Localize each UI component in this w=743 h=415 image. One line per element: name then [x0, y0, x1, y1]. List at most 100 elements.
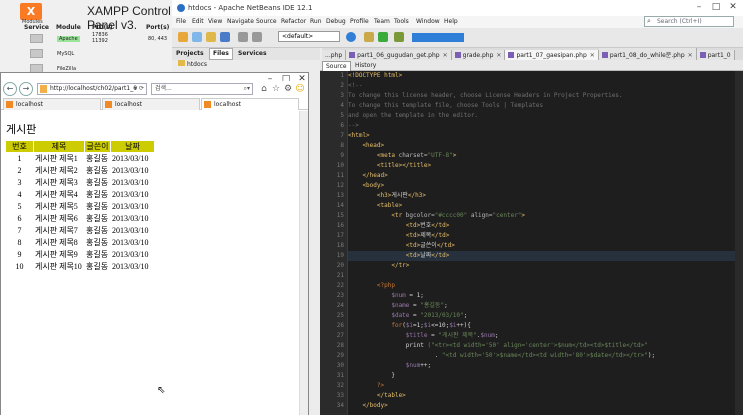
debug-icon[interactable]	[394, 32, 404, 42]
tab-services[interactable]: Services	[238, 50, 267, 57]
redo-icon[interactable]	[252, 32, 262, 42]
code-line[interactable]: <?php	[348, 281, 735, 291]
hammer-icon[interactable]	[364, 32, 374, 42]
code-line[interactable]: <meta charset="UTF-8">	[348, 151, 735, 161]
code-line[interactable]: $title = "게시판 제목".$num;	[348, 331, 735, 341]
project-node-htdocs[interactable]: htdocs	[178, 60, 207, 68]
code-line[interactable]: </body>	[348, 401, 735, 411]
code-line[interactable]: To change this template file, choose Too…	[348, 101, 735, 111]
code-line[interactable]: </tr>	[348, 261, 735, 271]
editor-tab[interactable]: ...php	[322, 50, 347, 60]
code-line[interactable]: To change this license header, choose Li…	[348, 91, 735, 101]
browser-tab-active[interactable]: localhost	[201, 98, 299, 110]
code-line[interactable]: </table>	[348, 391, 735, 401]
code-line[interactable]: <td>제목</td>	[348, 231, 735, 241]
editor-tab-active[interactable]: part1_07_gaesipan.php ✕	[505, 50, 599, 60]
smiley-icon[interactable]: ☺	[295, 84, 305, 94]
browser-scrollbar[interactable]	[299, 111, 308, 415]
code-line[interactable]: $name = "홍길동";	[348, 301, 735, 311]
editor-tab[interactable]: part1_06_gugudan_get.php ✕	[346, 50, 452, 60]
close-tab-icon[interactable]: ✕	[590, 52, 595, 59]
address-bar[interactable]: http://localhost/ch02/part1_0 ▾ ⟳	[37, 83, 147, 95]
browser-search-input[interactable]: 검색... ⌕▾	[151, 83, 253, 95]
close-tab-icon[interactable]: ✕	[496, 52, 501, 59]
code-line[interactable]: <body>	[348, 181, 735, 191]
code-line[interactable]: $num = 1;	[348, 291, 735, 301]
menu-profile[interactable]: Profile	[350, 18, 369, 25]
code-line[interactable]	[348, 271, 735, 281]
run-icon[interactable]	[378, 32, 388, 42]
code-line[interactable]: <title></title>	[348, 161, 735, 171]
open-project-icon[interactable]	[206, 32, 216, 42]
code-line[interactable]: }	[348, 371, 735, 381]
menu-view[interactable]: View	[208, 18, 222, 25]
browser-tab[interactable]: localhost	[102, 98, 200, 110]
tab-files[interactable]: Files	[209, 48, 233, 60]
code-line[interactable]: <h3>게시판</h3>	[348, 191, 735, 201]
undo-icon[interactable]	[238, 32, 248, 42]
editor-tab[interactable]: grade.php ✕	[451, 50, 506, 60]
line-number: 17	[336, 232, 344, 239]
code-line[interactable]: ?>	[348, 381, 735, 391]
gear-icon[interactable]: ⚙	[283, 84, 293, 94]
globe-icon[interactable]	[346, 32, 356, 42]
config-select[interactable]: <default>	[278, 31, 340, 42]
menu-tools[interactable]: Tools	[394, 18, 409, 25]
code-line[interactable]: <tr bgcolor="#cccc00" align="center">	[348, 211, 735, 221]
menu-navigate[interactable]: Navigate	[227, 18, 254, 25]
code-line[interactable]: $date = "2013/03/10";	[348, 311, 735, 321]
service-checkbox-mysql[interactable]	[30, 49, 43, 58]
code-line[interactable]: <!--	[348, 81, 735, 91]
code-line[interactable]: for($i=1;$i<=10;$i++){	[348, 321, 735, 331]
code-line[interactable]: and open the template in the editor.	[348, 111, 735, 121]
menu-help[interactable]: Help	[444, 18, 458, 25]
editor-scrollbar[interactable]	[735, 71, 743, 415]
menu-file[interactable]: File	[176, 18, 186, 25]
tab-projects[interactable]: Projects	[176, 50, 204, 57]
history-button[interactable]: History	[352, 61, 379, 70]
code-line[interactable]: print ("<tr><td width='50' align='center…	[348, 341, 735, 351]
menu-team[interactable]: Team	[374, 18, 390, 25]
service-checkbox-apache[interactable]	[30, 34, 43, 43]
code-line[interactable]: <head>	[348, 141, 735, 151]
close-tab-icon[interactable]: ✕	[443, 52, 448, 59]
editor-tab[interactable]: part1_0	[696, 50, 735, 60]
new-file-icon[interactable]	[192, 32, 202, 42]
code-line[interactable]: <!DOCTYPE html>	[348, 71, 735, 81]
cell-title: 게시판 제목8	[35, 238, 78, 247]
menu-source[interactable]: Source	[256, 18, 277, 25]
save-all-icon[interactable]	[220, 32, 230, 42]
menu-run[interactable]: Run	[310, 18, 322, 25]
code-line[interactable]: <html>	[348, 131, 735, 141]
code-line[interactable]: <td>날짜</td>	[348, 251, 735, 261]
home-icon[interactable]: ⌂	[259, 84, 269, 94]
forward-icon[interactable]: →	[19, 82, 33, 96]
editor-tab[interactable]: part1_08_do_while문.php ✕	[598, 48, 697, 60]
close-icon[interactable]: ✕	[726, 2, 740, 12]
memory-indicator[interactable]	[412, 33, 464, 42]
project-panel-tabs: Projects Files Services	[172, 48, 320, 60]
code-line[interactable]: <table>	[348, 201, 735, 211]
menu-debug[interactable]: Debug	[326, 18, 346, 25]
code-editor[interactable]: <!DOCTYPE html> <!-- To change this licens…	[348, 71, 735, 415]
search-icon[interactable]: ⌕▾	[244, 84, 250, 94]
code-line[interactable]: $num++;	[348, 361, 735, 371]
menu-window[interactable]: Window	[416, 18, 440, 25]
ide-search-input[interactable]: ⌕ Search (Ctrl+I)	[644, 16, 734, 27]
address-controls-icon[interactable]: ▾ ⟳	[134, 84, 144, 94]
menu-refactor[interactable]: Refactor	[281, 18, 306, 25]
editor-tab-label: part1_07_gaesipan.php	[516, 52, 587, 59]
maximize-icon[interactable]: □	[709, 2, 723, 12]
new-project-icon[interactable]	[178, 32, 188, 42]
code-line[interactable]: </head>	[348, 171, 735, 181]
browser-tab[interactable]: localhost	[3, 98, 101, 110]
back-icon[interactable]: ←	[3, 82, 17, 96]
minimize-icon[interactable]: –	[692, 2, 706, 12]
menu-edit[interactable]: Edit	[192, 18, 204, 25]
code-line[interactable]: . "<td width='50'>$name</td><td width='8…	[348, 351, 735, 361]
close-tab-icon[interactable]: ✕	[688, 52, 693, 59]
code-line[interactable]: <td>글쓴이</td>	[348, 241, 735, 251]
code-line[interactable]: <td>번호</td>	[348, 221, 735, 231]
code-line[interactable]: -->	[348, 121, 735, 131]
favorites-icon[interactable]: ☆	[271, 84, 281, 94]
